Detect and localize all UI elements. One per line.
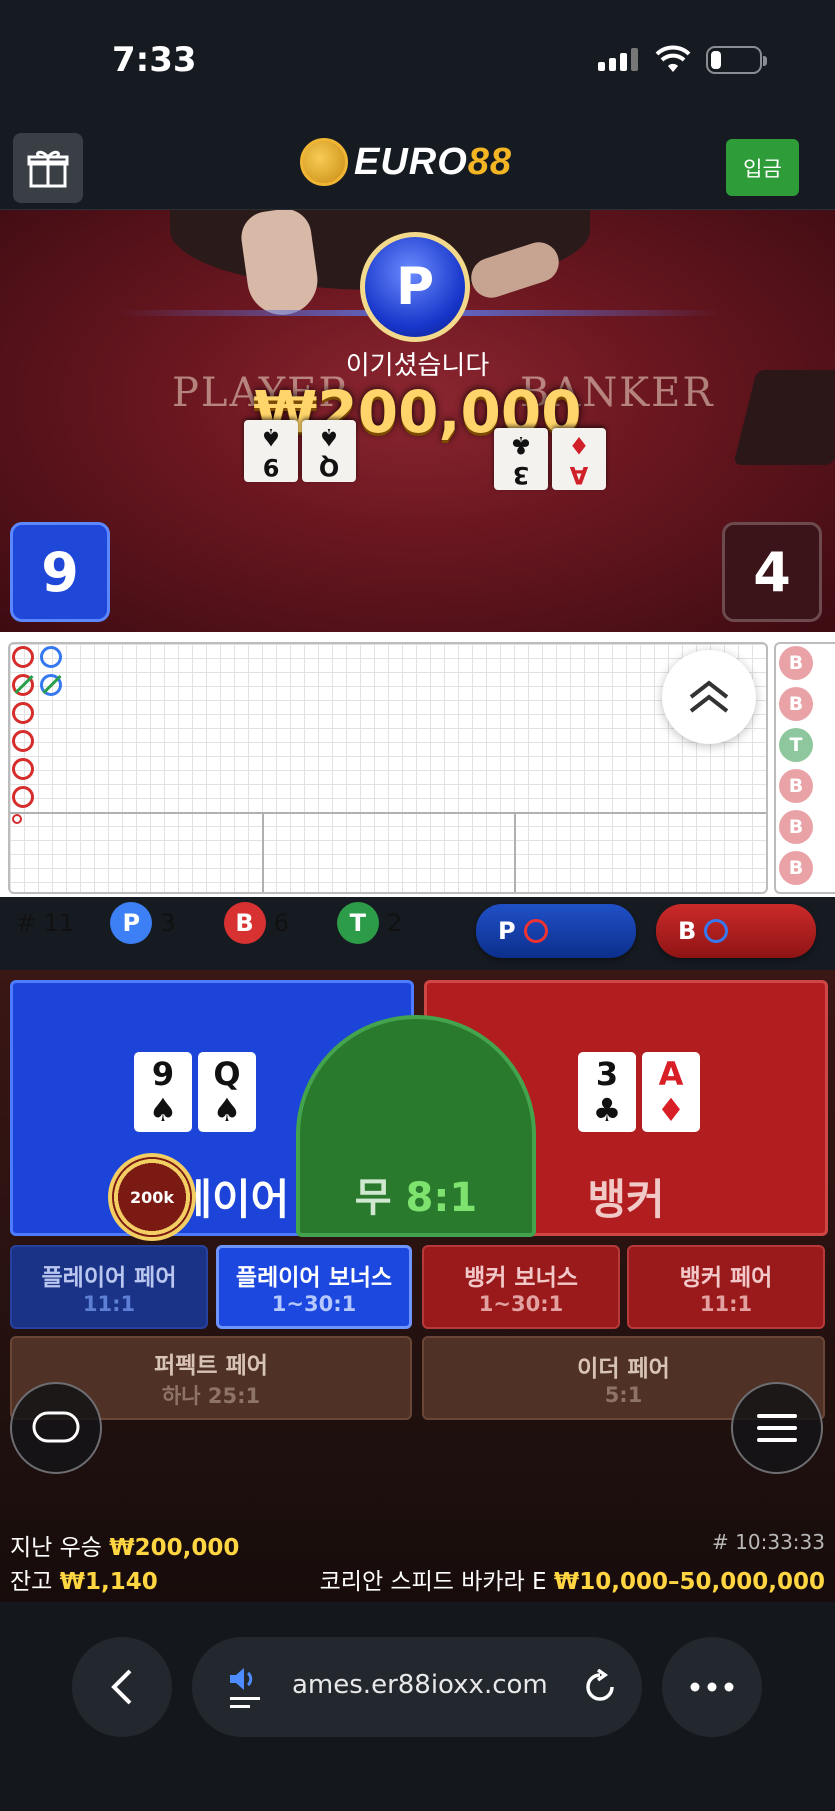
- roadmap-panel: B B T B B B # 11 P 3 B 6 T 2 P B: [0, 632, 835, 958]
- road-mark: [12, 758, 34, 780]
- result-dot: B: [779, 851, 813, 885]
- url-text: ames.er88ioxx.com: [292, 1670, 548, 1700]
- result-dot: B: [779, 810, 813, 844]
- blue-ring-icon: [704, 919, 729, 943]
- browser-toolbar: ames.er88ioxx.com: [0, 1602, 835, 1811]
- bead-road-column: B B T B B B: [774, 642, 835, 894]
- chevron-left-icon: [111, 1669, 132, 1705]
- back-button[interactable]: [72, 1637, 172, 1737]
- tie-count: 2: [386, 909, 403, 937]
- road-mark: [12, 814, 22, 824]
- win-amount: ₩200,000: [253, 378, 582, 446]
- placed-chip[interactable]: 200k: [108, 1153, 196, 1241]
- road-mark: [12, 646, 34, 668]
- last-win-amount: ₩200,000: [109, 1535, 240, 1561]
- video-card: 3 ♣: [494, 428, 548, 490]
- deposit-button[interactable]: 입금: [726, 139, 799, 196]
- round-count: # 11: [16, 909, 75, 937]
- result-dot: T: [779, 728, 813, 762]
- result-dot: B: [779, 646, 813, 680]
- banker-card: A ♦: [642, 1052, 700, 1132]
- banker-bonus-bet[interactable]: 뱅커 보너스 1~30:1: [422, 1245, 620, 1329]
- banker-card: 3 ♣: [578, 1052, 636, 1132]
- road-mark: [40, 646, 62, 668]
- banker-score: 4: [722, 522, 822, 622]
- balance-info: 잔고 ₩1,140: [10, 1569, 158, 1595]
- more-button[interactable]: [662, 1637, 762, 1737]
- table-name: 코리안 스피드 바카라 E: [319, 1569, 547, 1595]
- menu-button[interactable]: [731, 1382, 823, 1474]
- result-dot: B: [779, 687, 813, 721]
- wifi-icon: [655, 45, 691, 72]
- road-mark: [12, 786, 34, 808]
- live-video: P 이기셨습니다 PLAYER BANKER ₩200,000 9 ♠ Q ♠ 3 ♣…: [0, 210, 835, 632]
- gift-button[interactable]: [13, 133, 83, 203]
- gift-icon: [27, 150, 69, 188]
- tie-count-badge: T: [336, 902, 379, 944]
- video-card: Q ♠: [302, 420, 356, 482]
- roadmap-stats: # 11 P 3 B 6 T 2: [16, 902, 402, 944]
- video-card: 9 ♠: [244, 420, 298, 482]
- double-chevron-up-icon: [689, 680, 729, 713]
- road-mark: [12, 702, 34, 724]
- battery-icon: [706, 46, 767, 74]
- winner-badge: P: [360, 232, 470, 342]
- road-mark: [40, 674, 62, 696]
- status-time: 7:33: [112, 40, 197, 80]
- player-card: 9 ♠: [134, 1052, 192, 1132]
- soccer-ball-icon: [300, 138, 348, 186]
- dealer-hand: [238, 210, 322, 320]
- round-id: # 10:33:33: [712, 1530, 825, 1554]
- result-dot: B: [779, 769, 813, 803]
- road-mark: [12, 674, 34, 696]
- ask-player-button[interactable]: P: [476, 904, 636, 958]
- last-win-info: 지난 우승 ₩200,000: [10, 1535, 240, 1561]
- player-count-badge: P: [110, 902, 153, 944]
- chat-button[interactable]: [10, 1382, 102, 1474]
- player-card: Q ♠: [198, 1052, 256, 1132]
- banker-bet-label: 뱅커: [587, 1175, 665, 1224]
- player-count: 3: [160, 909, 176, 937]
- player-pair-bet[interactable]: 플레이어 페어 11:1: [10, 1245, 208, 1329]
- expand-roadmap-button[interactable]: [662, 650, 756, 744]
- reload-icon[interactable]: [582, 1669, 618, 1705]
- ask-banker-button[interactable]: B: [656, 904, 816, 958]
- brand-logo: EURO88: [300, 138, 512, 186]
- bead-road-grid[interactable]: [8, 642, 768, 894]
- video-card: A ♦: [552, 428, 606, 490]
- speaker-icon: [230, 1668, 260, 1708]
- ellipsis-icon: [690, 1682, 734, 1692]
- hamburger-menu-icon: [757, 1414, 797, 1442]
- player-bonus-bet[interactable]: 플레이어 보너스 1~30:1: [216, 1245, 412, 1329]
- red-ring-icon: [523, 919, 548, 943]
- address-bar[interactable]: ames.er88ioxx.com: [192, 1637, 642, 1737]
- cellular-signal-icon: [598, 48, 638, 71]
- balance-amount: ₩1,140: [59, 1569, 158, 1595]
- app-header: EURO88 입금: [0, 120, 835, 210]
- tie-bet-label: 무: [354, 1175, 392, 1221]
- table-limits: ₩10,000–50,000,000: [553, 1569, 825, 1595]
- banker-pair-bet[interactable]: 뱅커 페어 11:1: [627, 1245, 825, 1329]
- player-score: 9: [10, 522, 110, 622]
- banker-count-badge: B: [223, 902, 266, 944]
- chat-icon: [32, 1411, 80, 1443]
- brand-name: EURO88: [354, 140, 513, 183]
- table-info: 코리안 스피드 바카라 E ₩10,000–50,000,000: [320, 1562, 825, 1596]
- tie-odds: 8:1: [405, 1175, 478, 1221]
- banker-count: 6: [273, 909, 289, 937]
- road-mark: [12, 730, 34, 752]
- betting-area: 플레이어 뱅커 무 8:1 9 ♠ Q ♠ 3 ♣ A ♦ 200k 플레이어 페어 11…: [0, 970, 835, 1602]
- status-bar: 7:33: [0, 0, 835, 120]
